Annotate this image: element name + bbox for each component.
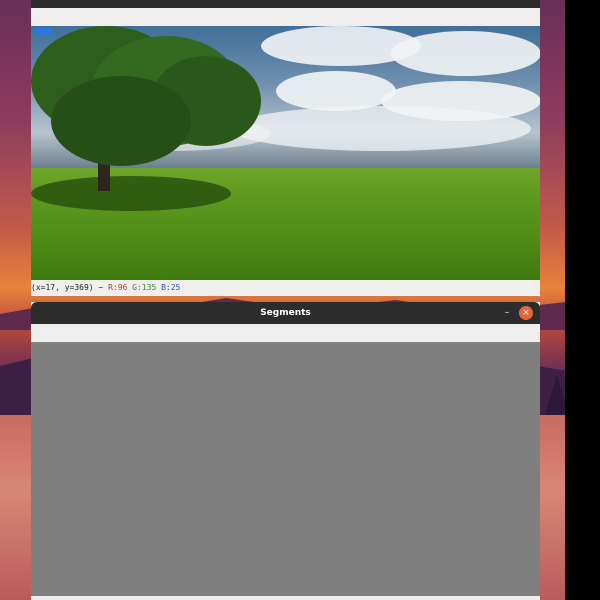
segments-window[interactable]: Segments – × bbox=[31, 302, 540, 600]
pixel-blue-value: B:25 bbox=[161, 283, 181, 292]
close-icon[interactable]: × bbox=[519, 306, 533, 320]
cloud bbox=[276, 71, 396, 111]
overlay-badge bbox=[34, 28, 52, 36]
pixel-coords: (x=17, y=369) ~ bbox=[31, 283, 104, 292]
screen-edge bbox=[565, 0, 600, 600]
pixel-red-value: R:96 bbox=[108, 283, 128, 292]
minimize-icon[interactable]: – bbox=[500, 306, 514, 320]
tree-foliage bbox=[51, 76, 191, 166]
cloud bbox=[231, 106, 531, 151]
segments-canvas[interactable] bbox=[31, 342, 540, 596]
segments-toolbar bbox=[31, 324, 540, 342]
image-window[interactable]: (x=17, y=369) ~ R:96 G:135 B:25 bbox=[31, 0, 540, 296]
cloud bbox=[391, 31, 540, 76]
image-window-titlebar[interactable] bbox=[31, 0, 540, 8]
pixel-readout: (x=17, y=369) ~ R:96 G:135 B:25 bbox=[31, 280, 540, 296]
tree-shadow bbox=[31, 176, 231, 211]
segments-titlebar[interactable]: Segments – × bbox=[31, 302, 540, 324]
pixel-green-value: G:135 bbox=[132, 283, 157, 292]
segments-status-strip bbox=[31, 596, 540, 600]
window-title: Segments bbox=[260, 308, 311, 318]
landscape-image[interactable] bbox=[31, 26, 540, 280]
image-window-toolbar bbox=[31, 8, 540, 26]
